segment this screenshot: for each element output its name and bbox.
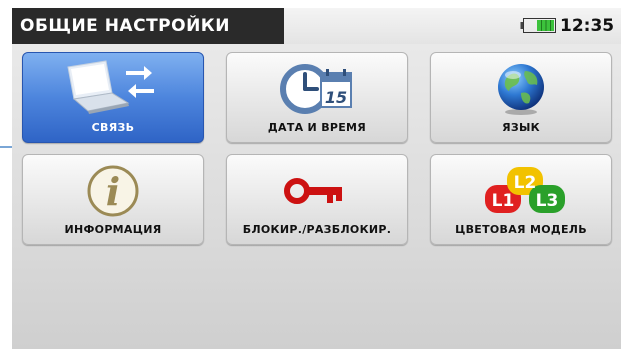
tile-communication[interactable]: СВЯЗЬ: [22, 52, 204, 143]
info-letter: i: [106, 169, 120, 214]
settings-screen: ОБЩИЕ НАСТРОЙКИ 12:35 СВЯЗЬ 15 ДАТА И ВР…: [12, 8, 621, 349]
tile-label: ЯЗЫК: [502, 121, 540, 134]
laptop-exchange-icon: [67, 60, 154, 114]
tile-label: БЛОКИР./РАЗБЛОКИР.: [242, 223, 392, 236]
side-accent-line: [0, 146, 12, 148]
globe-icon: [498, 64, 544, 115]
tile-label: ЦВЕТОВАЯ МОДЕЛЬ: [455, 223, 587, 236]
title-bar: ОБЩИЕ НАСТРОЙКИ 12:35: [12, 8, 621, 44]
tile-label: ДАТА И ВРЕМЯ: [267, 121, 367, 134]
tile-lock-unlock[interactable]: БЛОКИР./РАЗБЛОКИР.: [226, 154, 408, 245]
badge-l1: L1: [492, 191, 515, 211]
calendar-day: 15: [325, 88, 347, 107]
tile-label: СВЯЗЬ: [91, 121, 135, 134]
clock-calendar-icon: 15: [280, 64, 352, 114]
badge-l2: L2: [514, 173, 537, 193]
tile-information[interactable]: i ИНФОРМАЦИЯ: [22, 154, 204, 245]
tile-language[interactable]: ЯЗЫК: [430, 52, 612, 143]
tile-label: ИНФОРМАЦИЯ: [64, 223, 162, 236]
key-icon: [284, 178, 342, 204]
battery-icon: [520, 18, 556, 33]
tile-color-model[interactable]: L1 L2 L3 ЦВЕТОВАЯ МОДЕЛЬ: [430, 154, 612, 245]
page-title: ОБЩИЕ НАСТРОЙКИ: [12, 8, 284, 44]
clock-time: 12:35: [560, 16, 615, 36]
badge-l3: L3: [536, 191, 559, 211]
color-model-icon: L1 L2 L3: [485, 167, 565, 213]
info-icon: i: [87, 165, 139, 217]
tile-date-time[interactable]: 15 ДАТА И ВРЕМЯ: [226, 52, 408, 143]
